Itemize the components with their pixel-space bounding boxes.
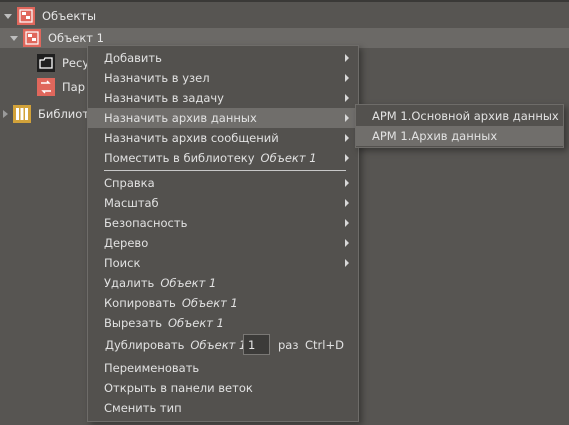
menu-item-object: Объект 1 [167, 316, 224, 330]
duplicate-count-input[interactable] [243, 334, 270, 355]
menu-item-label: Переименовать [104, 361, 200, 375]
tree-item-objects[interactable]: Объекты [0, 6, 569, 26]
menu-item-help[interactable]: Справка [88, 173, 358, 193]
submenu-arrow-icon [345, 134, 349, 142]
tree-item-label: Объект 1 [48, 31, 104, 45]
menu-separator [104, 170, 346, 171]
menu-item-label: Назначить архив данных [104, 111, 257, 125]
tree-item-label: Объекты [42, 9, 97, 23]
submenu-item-data-archive[interactable]: АРМ 1.Архив данных [356, 126, 563, 146]
panel-top-border [0, 0, 569, 2]
submenu-arrow-icon [345, 259, 349, 267]
menu-item-label: Копировать [104, 296, 176, 310]
menu-item-object: Объект 1 [260, 151, 317, 165]
menu-item-label: Дублировать [105, 338, 185, 352]
menu-item-label: Справка [104, 176, 155, 190]
menu-item-label: Масштаб [104, 196, 159, 210]
menu-item-label: Назначить архив сообщений [104, 131, 279, 145]
tree-item-params[interactable]: Пар [0, 77, 90, 97]
menu-item-label: Открыть в панели веток [104, 381, 253, 395]
menu-item-object: Объект 1 [181, 296, 238, 310]
menu-item-rename[interactable]: Переименовать [88, 358, 358, 378]
menu-item-tree[interactable]: Дерево [88, 233, 358, 253]
menu-item-security[interactable]: Безопасность [88, 213, 358, 233]
menu-item-change-type[interactable]: Сменить тип [88, 398, 358, 418]
submenu-arrow-icon [345, 179, 349, 187]
submenu-arrow-icon [345, 154, 349, 162]
menu-item-assign-message-archive[interactable]: Назначить архив сообщений [88, 128, 358, 148]
menu-item-text: Поместить в библиотеку Объект 1 [104, 151, 317, 165]
submenu-arrow-icon [345, 74, 349, 82]
duplicate-count-suffix: раз [278, 338, 299, 352]
menu-item-cut[interactable]: Вырезать Объект 1 [88, 313, 358, 333]
tree-item-library[interactable]: Библиот [0, 104, 90, 124]
menu-item-copy[interactable]: Копировать Объект 1 [88, 293, 358, 313]
submenu-item-main-data-archive[interactable]: АРМ 1.Основной архив данных [356, 106, 563, 126]
menu-item-text: Удалить Объект 1 [104, 276, 216, 290]
submenu-arrow-icon [345, 94, 349, 102]
tree-item-resources[interactable]: Ресу [0, 53, 90, 73]
params-icon [37, 78, 55, 96]
object-icon [17, 7, 35, 25]
menu-item-label: Назначить в узел [104, 71, 210, 85]
menu-item-assign-task[interactable]: Назначить в задачу [88, 88, 358, 108]
menu-item-label: АРМ 1.Основной архив данных [372, 109, 559, 123]
menu-item-scale[interactable]: Масштаб [88, 193, 358, 213]
menu-item-open-in-branch-panel[interactable]: Открыть в панели веток [88, 378, 358, 398]
menu-item-label: Удалить [104, 276, 155, 290]
menu-item-put-in-library[interactable]: Поместить в библиотеку Объект 1 [88, 148, 358, 168]
menu-item-assign-node[interactable]: Назначить в узел [88, 68, 358, 88]
menu-item-label: Добавить [104, 51, 162, 65]
menu-item-label: Дерево [104, 236, 149, 250]
menu-item-label: Вырезать [104, 316, 162, 330]
expand-arrow-icon[interactable] [4, 13, 12, 19]
context-menu: Добавить Назначить в узел Назначить в за… [87, 45, 359, 422]
tree-item-label: Пар [62, 80, 85, 94]
duplicate-shortcut: Ctrl+D [305, 338, 344, 352]
menu-item-text: Вырезать Объект 1 [104, 316, 224, 330]
menu-item-add[interactable]: Добавить [88, 48, 358, 68]
menu-item-text: Дублировать Объект 1 [105, 338, 246, 352]
menu-item-label: Сменить тип [104, 401, 182, 415]
folder-icon [37, 54, 55, 72]
submenu-arrow-icon [345, 54, 349, 62]
tree-item-label: Ресу [62, 56, 90, 70]
menu-item-label: АРМ 1.Архив данных [372, 129, 498, 143]
submenu-arrow-icon [345, 199, 349, 207]
menu-item-label: Безопасность [104, 216, 188, 230]
object-icon [23, 29, 41, 47]
menu-item-label: Назначить в задачу [104, 91, 224, 105]
menu-item-search[interactable]: Поиск [88, 253, 358, 273]
tree-item-label: Библиот [38, 107, 90, 121]
menu-item-duplicate[interactable]: Дублировать Объект 1 раз Ctrl+D [88, 334, 358, 356]
submenu-data-archives: АРМ 1.Основной архив данных АРМ 1.Архив … [355, 104, 564, 148]
library-icon [13, 105, 31, 123]
submenu-arrow-icon [345, 239, 349, 247]
menu-item-text: Копировать Объект 1 [104, 296, 238, 310]
submenu-arrow-icon [345, 219, 349, 227]
menu-item-label: Поместить в библиотеку [104, 151, 255, 165]
menu-item-label: Поиск [104, 256, 141, 270]
expand-arrow-icon[interactable] [10, 35, 18, 41]
menu-item-assign-data-archive[interactable]: Назначить архив данных [88, 108, 358, 128]
expand-arrow-icon[interactable] [3, 110, 8, 118]
menu-item-object: Объект 1 [190, 338, 247, 352]
menu-item-delete[interactable]: Удалить Объект 1 [88, 273, 358, 293]
submenu-arrow-icon [345, 114, 349, 122]
menu-item-object: Объект 1 [160, 276, 217, 290]
